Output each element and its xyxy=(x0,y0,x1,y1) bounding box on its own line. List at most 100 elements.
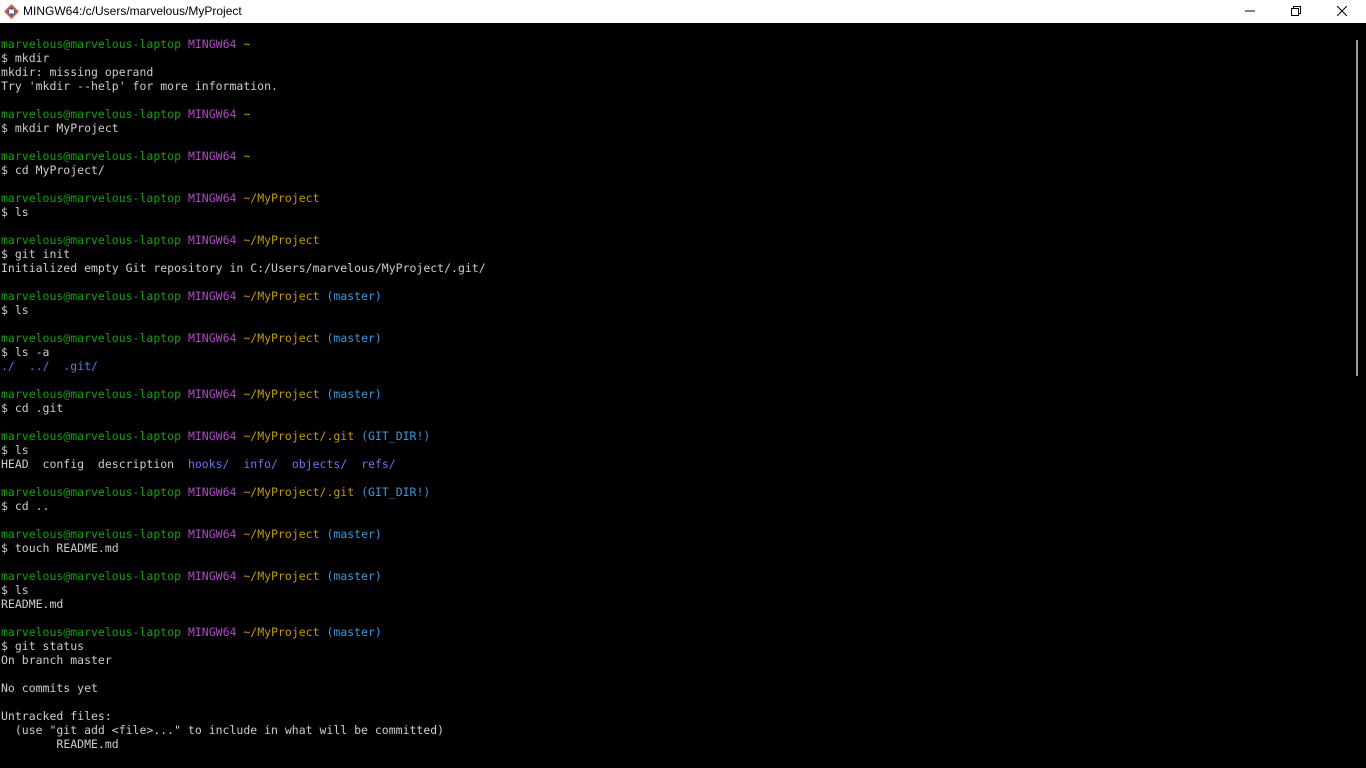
minimize-button[interactable] xyxy=(1227,0,1273,23)
terminal-line: mkdir: missing operand xyxy=(1,65,486,79)
prompt-user: marvelous@marvelous-laptop xyxy=(1,527,182,541)
terminal-line: $ cd .git xyxy=(1,401,486,415)
scrollbar-thumb[interactable] xyxy=(1356,40,1358,376)
vertical-scrollbar[interactable] xyxy=(1348,23,1366,768)
directory-entry: hooks/ xyxy=(187,457,230,471)
terminal-window: MINGW64:/c/Users/marvelous/MyProject mar… xyxy=(0,0,1366,768)
terminal-line: marvelous@marvelous-laptop MINGW64 ~ xyxy=(1,107,486,121)
prompt-branch: (master) xyxy=(326,625,382,639)
prompt-branch: (GIT_DIR!) xyxy=(361,485,431,499)
terminal-line: marvelous@marvelous-laptop MINGW64 ~/MyP… xyxy=(1,527,486,541)
terminal-text: HEAD config description xyxy=(1,457,188,471)
terminal-line: marvelous@marvelous-laptop MINGW64 ~/MyP… xyxy=(1,191,486,205)
prompt-branch: (master) xyxy=(326,527,382,541)
prompt-host: MINGW64 xyxy=(187,37,237,51)
terminal-line: marvelous@marvelous-laptop MINGW64 ~/MyP… xyxy=(1,569,486,583)
prompt-host: MINGW64 xyxy=(187,485,237,499)
prompt-path: ~/MyProject xyxy=(243,569,320,583)
close-button[interactable] xyxy=(1319,0,1365,23)
terminal-text: $ ls xyxy=(1,303,29,317)
maximize-button[interactable] xyxy=(1273,0,1319,23)
terminal-line: ./ ../ .git/ xyxy=(1,359,486,373)
terminal-line: marvelous@marvelous-laptop MINGW64 ~/MyP… xyxy=(1,429,486,443)
terminal-line: marvelous@marvelous-laptop MINGW64 ~/MyP… xyxy=(1,233,486,247)
terminal-line: marvelous@marvelous-laptop MINGW64 ~/MyP… xyxy=(1,289,486,303)
window-title: MINGW64:/c/Users/marvelous/MyProject xyxy=(23,4,242,18)
prompt-user: marvelous@marvelous-laptop xyxy=(1,107,182,121)
prompt-host: MINGW64 xyxy=(187,331,237,345)
terminal-line: No commits yet xyxy=(1,681,486,695)
prompt-user: marvelous@marvelous-laptop xyxy=(1,233,182,247)
terminal-line: $ ls xyxy=(1,303,486,317)
prompt-user: marvelous@marvelous-laptop xyxy=(1,485,182,499)
prompt-branch: (GIT_DIR!) xyxy=(361,429,431,443)
prompt-path: ~/MyProject xyxy=(243,233,320,247)
prompt-path: ~/MyProject xyxy=(243,331,320,345)
minimize-icon xyxy=(1245,5,1255,19)
terminal-line: $ mkdir MyProject xyxy=(1,121,486,135)
terminal-text: README.md xyxy=(1,597,64,611)
terminal-text: Try 'mkdir --help' for more information. xyxy=(1,79,278,93)
terminal-text: $ ls xyxy=(1,205,29,219)
prompt-user: marvelous@marvelous-laptop xyxy=(1,191,182,205)
terminal-text: $ git status xyxy=(1,639,85,653)
prompt-host: MINGW64 xyxy=(187,527,237,541)
title-bar[interactable]: MINGW64:/c/Users/marvelous/MyProject xyxy=(0,0,1366,23)
terminal-line: marvelous@marvelous-laptop MINGW64 ~ xyxy=(1,149,486,163)
terminal-text: Initialized empty Git repository in C:/U… xyxy=(1,261,486,275)
terminal-line: On branch master xyxy=(1,653,486,667)
terminal-line: marvelous@marvelous-laptop MINGW64 ~ xyxy=(1,37,486,51)
terminal-text: mkdir: missing operand xyxy=(1,65,154,79)
terminal-text: $ ls xyxy=(1,583,29,597)
prompt-host: MINGW64 xyxy=(187,569,237,583)
terminal-text: On branch master xyxy=(1,653,112,667)
prompt-user: marvelous@marvelous-laptop xyxy=(1,289,182,303)
terminal-text: Untracked files: xyxy=(1,709,112,723)
terminal-line: marvelous@marvelous-laptop MINGW64 ~/MyP… xyxy=(1,331,486,345)
terminal-line: marvelous@marvelous-laptop MINGW64 ~/MyP… xyxy=(1,485,486,499)
terminal-line: $ mkdir xyxy=(1,51,486,65)
terminal-line: marvelous@marvelous-laptop MINGW64 ~/MyP… xyxy=(1,387,486,401)
terminal-output[interactable]: marvelous@marvelous-laptop MINGW64 ~ $ mk… xyxy=(0,23,1348,768)
terminal-text: $ cd MyProject/ xyxy=(1,163,105,177)
prompt-host: MINGW64 xyxy=(187,625,237,639)
prompt-host: MINGW64 xyxy=(187,429,237,443)
terminal-text: $ mkdir MyProject xyxy=(1,121,119,135)
directory-entry: ../ xyxy=(28,359,50,373)
terminal-line: $ ls xyxy=(1,583,486,597)
prompt-user: marvelous@marvelous-laptop xyxy=(1,331,182,345)
terminal-line: Untracked files: xyxy=(1,709,486,723)
directory-entry: info/ xyxy=(243,457,278,471)
prompt-branch: (master) xyxy=(326,289,382,303)
prompt-user: marvelous@marvelous-laptop xyxy=(1,37,182,51)
terminal-text: (use "git add <file>..." to include in w… xyxy=(1,723,445,737)
terminal-line: README.md xyxy=(1,737,486,751)
terminal-line: Initialized empty Git repository in C:/U… xyxy=(1,261,486,275)
prompt-path: ~/MyProject/.git xyxy=(243,429,355,443)
terminal-line: $ touch README.md xyxy=(1,541,486,555)
restore-icon xyxy=(1291,5,1301,19)
terminal-line: marvelous@marvelous-laptop MINGW64 ~/MyP… xyxy=(1,625,486,639)
prompt-host: MINGW64 xyxy=(187,149,237,163)
prompt-host: MINGW64 xyxy=(187,107,237,121)
prompt-branch: (master) xyxy=(326,331,382,345)
terminal-line: $ git status xyxy=(1,639,486,653)
directory-entry: .git/ xyxy=(63,359,98,373)
